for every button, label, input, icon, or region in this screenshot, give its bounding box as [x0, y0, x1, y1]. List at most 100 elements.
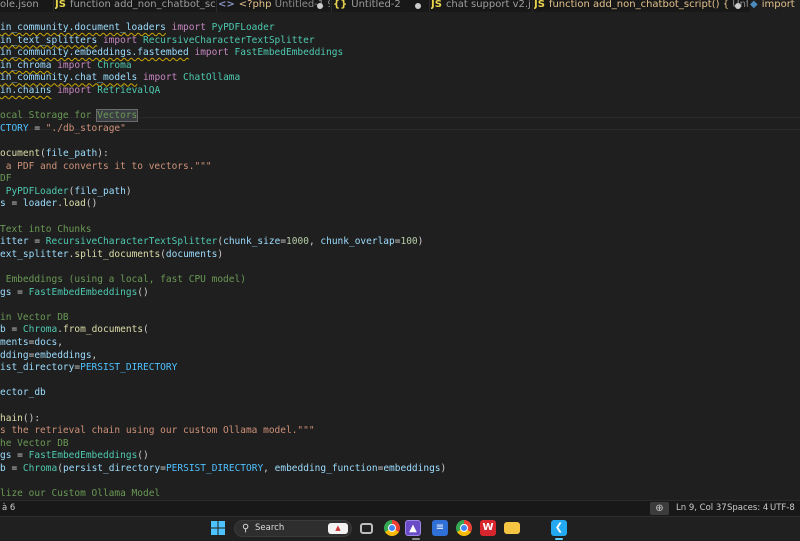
encoding-setting[interactable]: UTF-8 [770, 501, 795, 516]
code-token: file_path [45, 148, 98, 159]
task-view-icon[interactable] [360, 523, 373, 534]
tab-label: ole.json [0, 0, 39, 10]
problems-indicator[interactable]: à 6 [2, 501, 15, 516]
code-token: () [137, 286, 149, 298]
code-line[interactable]: CTORY = "./db_storage" [0, 122, 126, 135]
code-line[interactable]: gs = FastEmbedEmbeddings() [0, 449, 149, 462]
code-token: RecursiveCharacterTextSplitter [143, 34, 315, 46]
code-line[interactable]: ocument(file_path): [0, 147, 109, 160]
code-token: itter [0, 236, 29, 248]
code-token: s the retrieval chain using our custom O… [0, 425, 315, 437]
wps-office-icon[interactable]: W [480, 520, 496, 536]
code-line[interactable]: DF [0, 172, 11, 185]
code-line[interactable]: s the retrieval chain using our custom O… [0, 424, 315, 437]
code-token: = [5, 324, 23, 336]
code-token: 1000 [286, 236, 309, 248]
code-token: , [308, 236, 321, 248]
code-line[interactable]: in_community.chat_models import ChatOlla… [0, 71, 240, 84]
tab-divider [331, 0, 332, 12]
code-token: DF [0, 173, 12, 185]
unsaved-dot-icon[interactable] [735, 3, 741, 9]
code-line[interactable]: in Vector DB [0, 311, 69, 324]
code-token: = [28, 122, 46, 134]
code-token: CTORY [0, 122, 29, 134]
unsaved-dot-icon[interactable] [415, 3, 421, 9]
code-line[interactable]: ist_directory=PERSIST_DIRECTORY [0, 361, 177, 374]
code-token: FastEmbedEmbeddings [28, 450, 138, 462]
code-line[interactable]: Embeddings (using a local, fast CPU mode… [0, 273, 246, 286]
code-line[interactable]: he Vector DB [0, 437, 69, 450]
code-line[interactable]: in.chains import RetrievalQA [0, 84, 160, 97]
code-token: ments [0, 337, 29, 348]
tab-label: <?php [238, 0, 272, 10]
tab-untitled-3[interactable]: JSfunction add_non_chatbot_script() { Un… [534, 0, 748, 12]
code-line[interactable]: ext_splitter.split_documents(documents) [0, 248, 223, 261]
code-token: , [91, 349, 98, 361]
cursor-position[interactable]: Ln 9, Col 37 [676, 501, 727, 516]
code-line[interactable]: b = Chroma.from_documents( [0, 323, 149, 336]
code-token: split_documents [74, 248, 161, 260]
tab-divider [532, 0, 533, 12]
file-explorer-icon[interactable] [504, 522, 520, 534]
code-line[interactable]: Text into Chunks [0, 223, 92, 236]
code-token: file_path [74, 185, 126, 197]
code-token: loader [22, 198, 58, 210]
code-token: embedding_function [274, 463, 378, 474]
code-line[interactable]: s = loader.load() [0, 197, 97, 210]
code-token: embeddings [383, 463, 441, 474]
code-line[interactable]: ector_db [0, 386, 46, 399]
ssh-client-icon[interactable]: ▲ [405, 520, 421, 536]
code-editor[interactable]: in_community.document_loaders import PyP… [0, 12, 800, 500]
code-line[interactable]: in_text_splitters import RecursiveCharac… [0, 34, 315, 47]
code-line[interactable]: b = Chroma(persist_directory=PERSIST_DIR… [0, 462, 446, 475]
code-line[interactable]: a PDF and converts it to vectors.""" [0, 160, 212, 173]
windows-start-icon[interactable] [210, 520, 226, 536]
code-token: in_community.embeddings.fastembed [0, 47, 189, 59]
code-token: = [11, 286, 29, 298]
code-line[interactable]: hain(): [0, 412, 40, 425]
tab-chat-support-v2[interactable]: JS chat support v2.js [431, 0, 531, 12]
code-line[interactable]: ocal Storage for Vectors [0, 109, 139, 123]
code-token: from_documents [62, 324, 144, 336]
code-line[interactable]: gs = FastEmbedEmbeddings() [0, 286, 149, 299]
braces-icon: {} [333, 0, 348, 10]
status-bar: à 6 ⊕ Ln 9, Col 37 Spaces: 4 UTF-8 [0, 500, 800, 516]
code-token: he Vector DB [0, 437, 69, 449]
code-token: FastEmbedEmbeddings [28, 286, 138, 298]
code-token: persist_directory [62, 463, 161, 474]
notepad-icon[interactable]: ≡ [432, 520, 448, 536]
code-token: lize our Custom Ollama Model [0, 488, 161, 500]
tab-ole-json[interactable]: ole.json [0, 0, 52, 12]
php-icon: <> [218, 0, 235, 10]
code-line[interactable]: in_chroma import Chroma [0, 59, 132, 72]
code-token: (): [22, 412, 41, 424]
code-token: in_community.document_loaders [0, 22, 166, 33]
code-line[interactable]: lize our Custom Ollama Model [0, 487, 160, 500]
taskbar-search-box[interactable]: ⚲ Search ▲ [234, 520, 352, 537]
code-line[interactable]: in_community.document_loaders import PyP… [0, 21, 275, 34]
tab-add-non-chatbot-js[interactable]: JSfunction add_non_chatbot_script() {.js [55, 0, 215, 12]
code-line[interactable]: itter = RecursiveCharacterTextSplitter(c… [0, 235, 423, 248]
tab-untitled-2[interactable]: {} Untitled-2 [333, 0, 428, 12]
tab-untitled-1[interactable]: <><?php Untitled-1 9+ [218, 0, 330, 12]
code-token: ): [97, 148, 109, 159]
python-icon: ◆ [750, 0, 758, 10]
code-line[interactable]: in_community.embeddings.fastembed import… [0, 46, 343, 59]
tab-active-import[interactable]: ◆ import [750, 0, 800, 12]
vscode-icon[interactable]: ❮ [551, 520, 567, 536]
chrome-profile-icon[interactable] [456, 520, 472, 536]
code-token: 100 [400, 236, 418, 248]
code-token: ) [440, 463, 447, 474]
zoom-in-icon[interactable]: ⊕ [650, 502, 669, 515]
code-token: import [51, 59, 98, 71]
code-token: ChatOllama [183, 72, 241, 84]
indentation-setting[interactable]: Spaces: 4 [727, 501, 768, 516]
code-line[interactable]: dding=embeddings, [0, 349, 97, 362]
code-token: Embeddings (using a local, fast CPU mode… [0, 274, 246, 285]
code-line[interactable]: ments=docs, [0, 336, 63, 349]
chrome-icon[interactable] [384, 520, 400, 536]
unsaved-dot-icon[interactable] [317, 3, 323, 9]
code-token: chunk_overlap [320, 236, 395, 248]
tab-divider [53, 0, 54, 12]
code-line[interactable]: PyPDFLoader(file_path) [0, 185, 132, 198]
